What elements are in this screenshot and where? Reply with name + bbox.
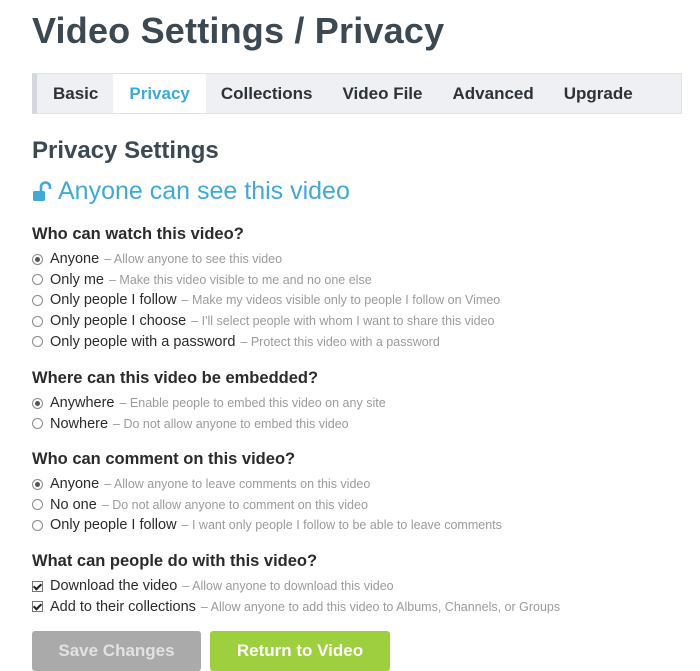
tab-video-file[interactable]: Video File: [328, 74, 438, 113]
tab-upgrade[interactable]: Upgrade: [549, 74, 648, 113]
radio-button[interactable]: [32, 478, 43, 490]
option-description: – Protect this video with a password: [240, 334, 440, 349]
privacy-status-text: Anyone can see this video: [58, 177, 350, 205]
option-label: Download the video: [50, 578, 178, 595]
action-option-collections[interactable]: Add to their collections – Allow anyone …: [32, 597, 560, 618]
option-description: – Allow anyone to add this video to Albu…: [200, 599, 561, 614]
option-label: Only people I follow: [50, 517, 177, 534]
option-label: Add to their collections: [50, 598, 196, 615]
page-title: Video Settings / Privacy: [32, 10, 445, 51]
watch-option-people-i-follow[interactable]: Only people I follow – Make my videos vi…: [32, 290, 500, 311]
radio-button[interactable]: [32, 397, 43, 409]
save-changes-button[interactable]: Save Changes: [32, 631, 201, 671]
actions-question: What can people do with this video?: [32, 552, 318, 570]
option-description: – Make my videos visible only to people …: [181, 293, 501, 308]
option-label: Only people I choose: [50, 313, 187, 330]
radio-button[interactable]: [32, 315, 43, 327]
watch-option-only-me[interactable]: Only me – Make this video visible to me …: [32, 270, 500, 291]
embed-question: Where can this video be embedded?: [32, 369, 319, 387]
watch-group: Who can watch this video? Anyone – Allow…: [32, 225, 500, 352]
option-label: Anyone: [50, 476, 100, 493]
option-description: – Make this video visible to me and no o…: [109, 272, 372, 287]
privacy-status: Anyone can see this video: [32, 177, 350, 206]
watch-option-password[interactable]: Only people with a password – Protect th…: [32, 331, 500, 352]
watch-option-people-i-choose[interactable]: Only people I choose – I'll select peopl…: [32, 311, 500, 332]
tab-advanced[interactable]: Advanced: [438, 74, 549, 113]
comment-option-people-i-follow[interactable]: Only people I follow – I want only peopl…: [32, 515, 502, 536]
radio-button[interactable]: [32, 336, 43, 348]
embed-option-nowhere[interactable]: Nowhere – Do not allow anyone to embed t…: [32, 414, 386, 435]
radio-button[interactable]: [32, 253, 43, 265]
radio-button[interactable]: [32, 519, 43, 531]
option-description: – I want only people I follow to be able…: [181, 518, 502, 533]
radio-button[interactable]: [32, 294, 43, 306]
tab-basic[interactable]: Basic: [37, 74, 113, 113]
tab-collections[interactable]: Collections: [206, 74, 328, 113]
tab-bar: Basic Privacy Collections Video File Adv…: [32, 73, 682, 114]
tab-privacy[interactable]: Privacy: [113, 74, 206, 113]
embed-option-anywhere[interactable]: Anywhere – Enable people to embed this v…: [32, 393, 386, 414]
option-label: Anywhere: [50, 395, 115, 412]
action-option-download[interactable]: Download the video – Allow anyone to dow…: [32, 576, 560, 597]
option-description: – Allow anyone to see this video: [104, 252, 283, 267]
option-label: Only people I follow: [50, 292, 177, 309]
comment-option-no-one[interactable]: No one – Do not allow anyone to comment …: [32, 495, 502, 516]
comment-group: Who can comment on this video? Anyone – …: [32, 450, 502, 536]
option-label: Only people with a password: [50, 333, 236, 350]
unlocked-padlock-icon: [33, 180, 52, 201]
option-description: – Allow anyone to download this video: [182, 579, 394, 594]
option-description: – I'll select people with whom I want to…: [191, 314, 495, 329]
embed-group: Where can this video be embedded? Anywhe…: [32, 369, 386, 434]
comment-question: Who can comment on this video?: [32, 450, 296, 468]
section-title: Privacy Settings: [32, 137, 219, 164]
radio-button[interactable]: [32, 499, 43, 511]
checkbox[interactable]: [32, 601, 43, 613]
radio-button[interactable]: [32, 418, 43, 430]
watch-question: Who can watch this video?: [32, 225, 244, 243]
option-label: Anyone: [50, 251, 100, 268]
return-to-video-button[interactable]: Return to Video: [210, 631, 390, 671]
option-label: Nowhere: [50, 415, 109, 432]
radio-button[interactable]: [32, 274, 43, 286]
actions-group: What can people do with this video? Down…: [32, 552, 560, 617]
option-label: No one: [50, 496, 97, 513]
watch-option-anyone[interactable]: Anyone – Allow anyone to see this video: [32, 249, 500, 270]
option-label: Only me: [50, 271, 104, 288]
option-description: – Allow anyone to leave comments on this…: [104, 477, 371, 492]
checkbox[interactable]: [32, 580, 43, 592]
option-description: – Do not allow anyone to embed this vide…: [113, 416, 349, 431]
option-description: – Enable people to embed this video on a…: [119, 396, 386, 411]
comment-option-anyone[interactable]: Anyone – Allow anyone to leave comments …: [32, 474, 502, 495]
option-description: – Do not allow anyone to comment on this…: [101, 497, 368, 512]
